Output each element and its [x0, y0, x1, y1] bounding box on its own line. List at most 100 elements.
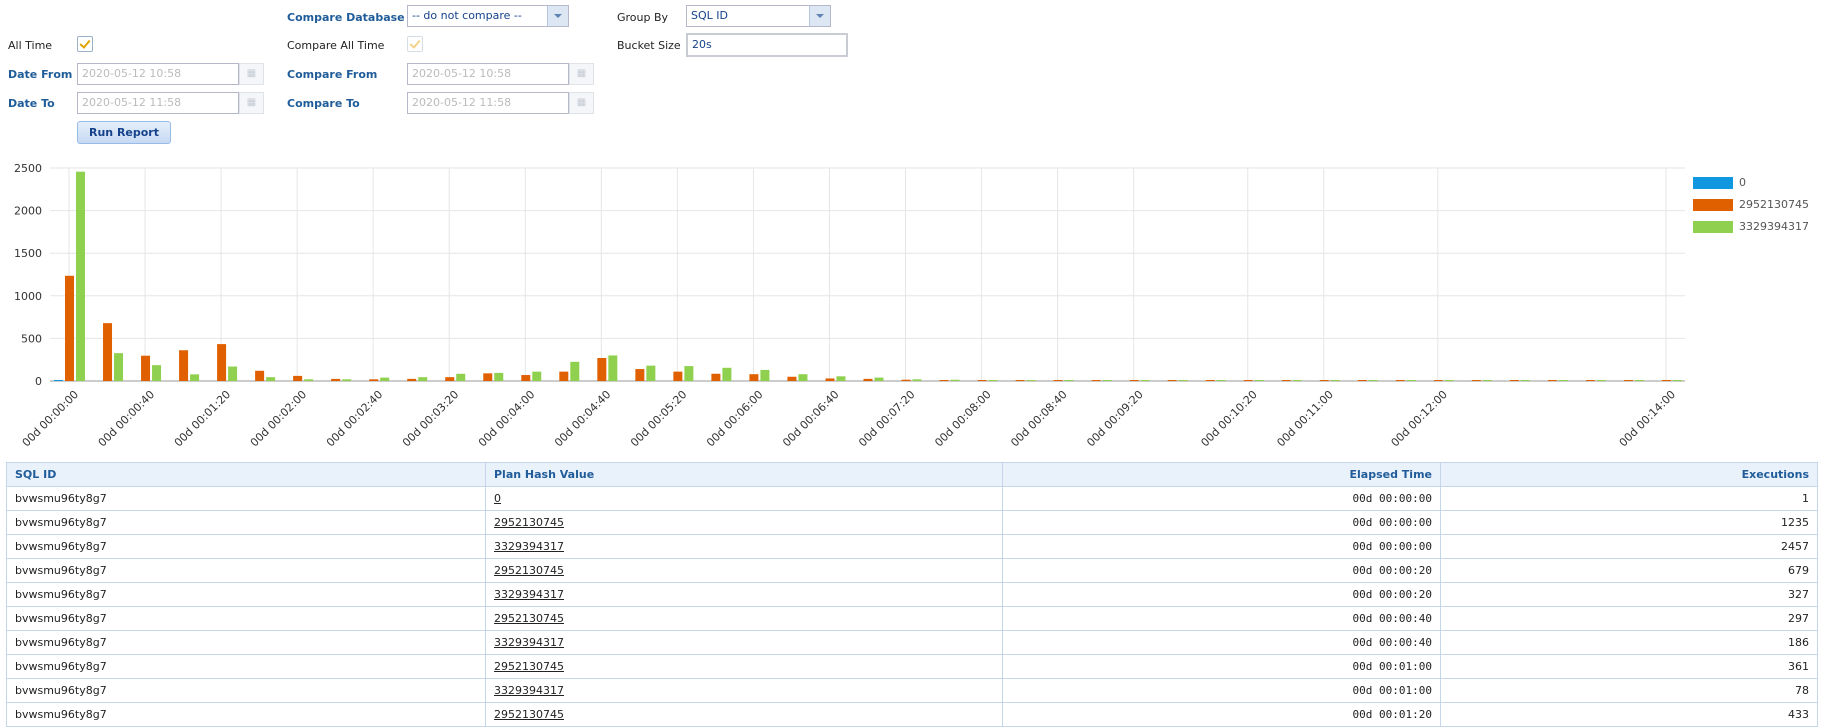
table-row[interactable]: bvwsmu96ty8g7 3329394317 00d 00:01:00 78	[6, 678, 1818, 703]
bar	[1357, 380, 1367, 381]
table-row[interactable]: bvwsmu96ty8g7 2952130745 00d 00:00:40 297	[6, 606, 1818, 631]
x-tick-label: 00d 00:08:00	[932, 388, 993, 449]
x-tick-label: 00d 00:14:00	[1617, 388, 1678, 449]
calendar-icon[interactable]: ▦	[239, 92, 264, 114]
sql-id-cell: bvwsmu96ty8g7	[6, 654, 486, 679]
bar	[1547, 380, 1557, 381]
plan-hash-link[interactable]: 3329394317	[494, 684, 564, 697]
sql-id-cell: bvwsmu96ty8g7	[6, 630, 486, 655]
bar	[684, 366, 694, 381]
bar	[1623, 380, 1633, 381]
bar	[418, 377, 428, 381]
bar	[760, 369, 770, 381]
column-header-sql-id[interactable]: SQL ID	[6, 462, 486, 487]
compare-all-time-checkbox[interactable]	[407, 36, 423, 52]
bar	[1140, 380, 1150, 381]
sql-id-cell: bvwsmu96ty8g7	[6, 678, 486, 703]
bar	[787, 376, 797, 381]
bar	[912, 379, 922, 381]
plan-hash-value-cell[interactable]: 2952130745	[485, 702, 1003, 727]
plan-hash-value-cell[interactable]: 2952130745	[485, 510, 1003, 535]
bar	[836, 376, 846, 381]
all-time-label: All Time	[8, 39, 53, 52]
plan-hash-value-cell[interactable]: 3329394317	[485, 582, 1003, 607]
chevron-down-icon[interactable]	[809, 6, 830, 26]
bar	[217, 344, 227, 381]
bar	[1482, 380, 1492, 381]
group-by-select[interactable]: SQL ID	[686, 5, 831, 27]
plan-hash-link[interactable]: 2952130745	[494, 708, 564, 721]
bar	[1444, 380, 1454, 381]
x-tick-label: 00d 00:06:40	[780, 388, 841, 449]
table-row[interactable]: bvwsmu96ty8g7 2952130745 00d 00:01:00 361	[6, 654, 1818, 679]
bar	[1330, 380, 1340, 381]
x-tick-label: 00d 00:10:20	[1198, 388, 1259, 449]
date-from-field[interactable]: 2020-05-12 10:58	[77, 63, 239, 85]
column-header-elapsed-time[interactable]: Elapsed Time	[1002, 462, 1441, 487]
plan-hash-link[interactable]: 2952130745	[494, 516, 564, 529]
executions-cell: 2457	[1440, 534, 1818, 559]
bar	[1026, 380, 1036, 381]
table-row[interactable]: bvwsmu96ty8g7 2952130745 00d 00:00:20 679	[6, 558, 1818, 583]
all-time-checkbox[interactable]	[77, 36, 93, 52]
date-from-label: Date From	[8, 68, 73, 81]
legend-swatch	[1693, 199, 1733, 211]
plan-hash-link[interactable]: 3329394317	[494, 636, 564, 649]
column-header-executions[interactable]: Executions	[1440, 462, 1818, 487]
bar	[988, 380, 998, 381]
chevron-down-icon[interactable]	[547, 6, 568, 26]
bar	[570, 361, 580, 381]
bucket-size-field[interactable]: 20s	[686, 33, 848, 57]
bar	[1395, 380, 1405, 381]
compare-to-field[interactable]: 2020-05-12 11:58	[407, 92, 569, 114]
plan-hash-link[interactable]: 3329394317	[494, 588, 564, 601]
calendar-icon[interactable]: ▦	[569, 63, 594, 85]
plan-hash-value-cell[interactable]: 2952130745	[485, 558, 1003, 583]
compare-from-field[interactable]: 2020-05-12 10:58	[407, 63, 569, 85]
bar	[1216, 380, 1226, 381]
compare-database-select[interactable]: -- do not compare --	[407, 5, 569, 27]
plan-hash-link[interactable]: 2952130745	[494, 612, 564, 625]
compare-to-label: Compare To	[287, 97, 360, 110]
executions-cell: 679	[1440, 558, 1818, 583]
table-row[interactable]: bvwsmu96ty8g7 0 00d 00:00:00 1	[6, 486, 1818, 511]
table-row[interactable]: bvwsmu96ty8g7 3329394317 00d 00:00:40 186	[6, 630, 1818, 655]
date-to-field[interactable]: 2020-05-12 11:58	[77, 92, 239, 114]
bar	[103, 323, 113, 381]
bar	[369, 379, 379, 381]
elapsed-time-cell: 00d 00:00:40	[1002, 606, 1441, 631]
table-row[interactable]: bvwsmu96ty8g7 3329394317 00d 00:00:00 2457	[6, 534, 1818, 559]
plan-hash-value-cell[interactable]: 2952130745	[485, 654, 1003, 679]
bar	[141, 355, 151, 381]
table-row[interactable]: bvwsmu96ty8g7 2952130745 00d 00:01:20 433	[6, 702, 1818, 727]
calendar-icon[interactable]: ▦	[239, 63, 264, 85]
bar	[1205, 380, 1215, 381]
bar	[673, 371, 683, 381]
bar	[1091, 380, 1101, 381]
bar	[939, 380, 949, 381]
column-header-plan-hash-value[interactable]: Plan Hash Value	[485, 462, 1003, 487]
plan-hash-value-cell[interactable]: 3329394317	[485, 678, 1003, 703]
bar	[445, 377, 455, 381]
bar	[152, 365, 162, 381]
date-to-label: Date To	[8, 97, 55, 110]
plan-hash-link[interactable]: 0	[494, 492, 501, 505]
plan-hash-link[interactable]: 2952130745	[494, 564, 564, 577]
bar	[863, 378, 873, 381]
bar	[1661, 380, 1671, 381]
plan-hash-value-cell[interactable]: 3329394317	[485, 534, 1003, 559]
plan-hash-link[interactable]: 2952130745	[494, 660, 564, 673]
plan-hash-value-cell[interactable]: 3329394317	[485, 630, 1003, 655]
plan-hash-value-cell[interactable]: 0	[485, 486, 1003, 511]
x-tick-label: 00d 00:00:40	[96, 388, 157, 449]
plan-hash-value-cell[interactable]: 2952130745	[485, 606, 1003, 631]
plan-hash-link[interactable]: 3329394317	[494, 540, 564, 553]
executions-cell: 327	[1440, 582, 1818, 607]
table-row[interactable]: bvwsmu96ty8g7 3329394317 00d 00:00:20 327	[6, 582, 1818, 607]
group-by-value: SQL ID	[691, 9, 728, 22]
bar	[179, 350, 189, 381]
bar	[798, 374, 808, 381]
executions-cell: 78	[1440, 678, 1818, 703]
calendar-icon[interactable]: ▦	[569, 92, 594, 114]
table-row[interactable]: bvwsmu96ty8g7 2952130745 00d 00:00:00 1235	[6, 510, 1818, 535]
